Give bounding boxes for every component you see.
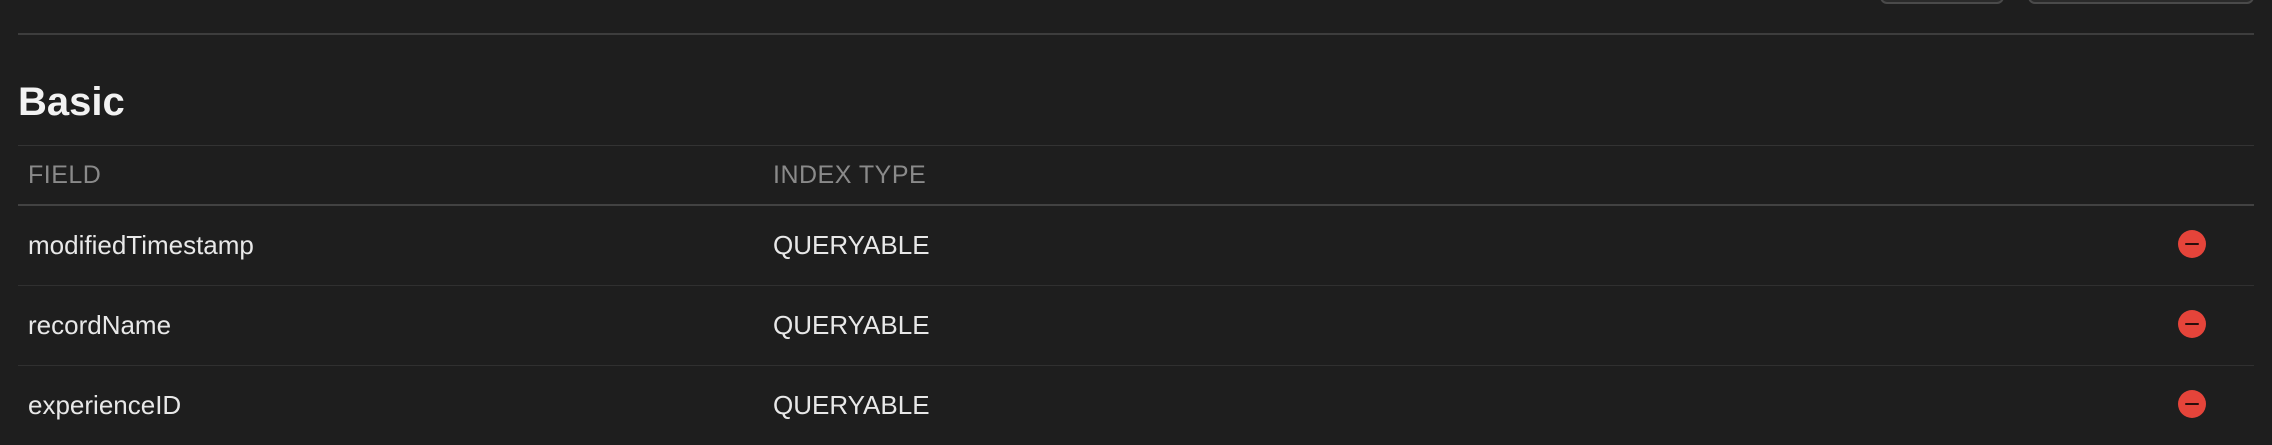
remove-circle-icon [2185, 242, 2199, 245]
table-header-row: FIELD INDEX TYPE [18, 146, 2254, 206]
table-row: recordName QUERYABLE [18, 286, 2254, 366]
toolbar-button-left[interactable] [1880, 0, 2004, 4]
index-type: QUERYABLE [773, 310, 930, 340]
column-header-index-type: INDEX TYPE [773, 160, 927, 189]
field-name: experienceID [28, 390, 182, 420]
index-table: FIELD INDEX TYPE modifiedTimestamp QUERY… [18, 145, 2254, 445]
table-row: modifiedTimestamp QUERYABLE [18, 206, 2254, 286]
remove-index-button[interactable] [2178, 229, 2206, 258]
remove-index-button[interactable] [2178, 309, 2206, 338]
column-header-field: FIELD [28, 160, 102, 189]
table-row: experienceID QUERYABLE [18, 366, 2254, 445]
index-type: QUERYABLE [773, 230, 930, 260]
field-name: modifiedTimestamp [28, 230, 254, 260]
top-divider [18, 33, 2254, 35]
section-title: Basic [18, 80, 125, 124]
index-type: QUERYABLE [773, 390, 930, 420]
toolbar-button-right[interactable] [2028, 0, 2254, 4]
remove-index-button[interactable] [2178, 389, 2206, 418]
remove-circle-icon [2185, 322, 2199, 325]
field-name: recordName [28, 310, 172, 340]
remove-circle-icon [2185, 402, 2199, 405]
